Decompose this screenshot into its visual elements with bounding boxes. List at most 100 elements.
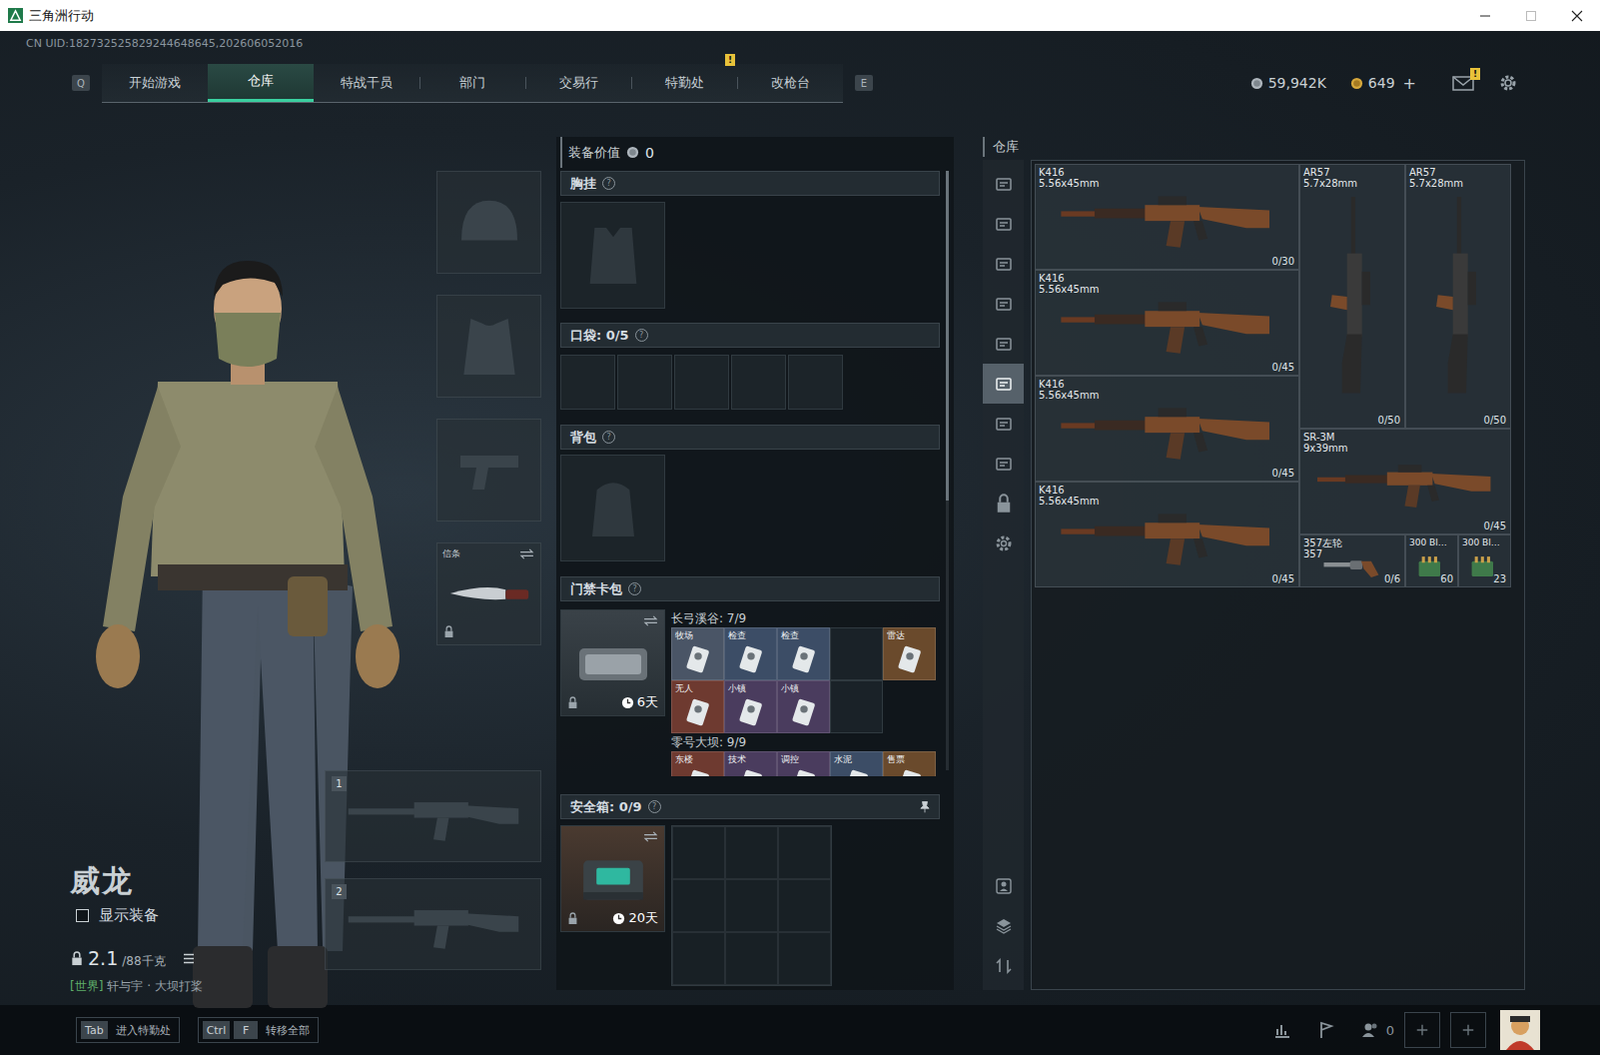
keycard[interactable]: 检查: [777, 627, 830, 681]
key-hint[interactable]: CtrlF转移全部: [197, 1016, 320, 1043]
safe-box-cell[interactable]: [778, 878, 831, 932]
pin-icon[interactable]: [919, 800, 930, 813]
squad-button[interactable]: 0: [1360, 1019, 1395, 1040]
keycard[interactable]: 调控: [777, 751, 830, 777]
pocket-slot[interactable]: [617, 354, 673, 410]
keycard[interactable]: 检查: [724, 627, 778, 681]
warehouse-category[interactable]: [982, 163, 1024, 204]
nav-tab[interactable]: 交易行: [525, 63, 632, 102]
keycard[interactable]: 小镇: [777, 680, 830, 734]
nav-tab[interactable]: 特战干员: [313, 63, 420, 102]
swap-icon[interactable]: [519, 548, 535, 560]
show-equipment-toggle[interactable]: 显示装备: [75, 905, 322, 925]
player-avatar-icon[interactable]: [1500, 1009, 1541, 1050]
safe-box-cell[interactable]: [672, 931, 726, 985]
warehouse-category[interactable]: [982, 403, 1024, 444]
weapon-slot[interactable]: 1: [324, 770, 542, 862]
empty-card-slot[interactable]: [829, 680, 883, 734]
weapon-slot[interactable]: 2: [324, 877, 542, 970]
help-badge[interactable]: ?: [602, 176, 616, 190]
keycard[interactable]: 售票: [882, 751, 936, 777]
warehouse-category[interactable]: [982, 363, 1024, 404]
safe-box-cell[interactable]: [725, 825, 779, 879]
add-coupon-button[interactable]: +: [1403, 73, 1417, 93]
safe-box-cell[interactable]: [672, 878, 726, 932]
next-tab-key[interactable]: E: [854, 74, 873, 91]
minimize-button[interactable]: [1462, 0, 1509, 31]
safe-box-cell[interactable]: [725, 931, 779, 985]
settings-gear-icon[interactable]: [1498, 72, 1519, 93]
keycard[interactable]: 牧场: [671, 627, 725, 681]
keycard[interactable]: 水泥: [829, 751, 883, 777]
invite-slot[interactable]: [1450, 1011, 1487, 1048]
help-badge[interactable]: ?: [648, 800, 662, 813]
empty-card-slot[interactable]: [829, 627, 883, 681]
armor-slot[interactable]: [436, 294, 542, 398]
warehouse-item[interactable]: SR-3M9x39mm0/45: [1299, 428, 1512, 535]
pocket-slot[interactable]: [674, 354, 730, 410]
swap-icon[interactable]: [643, 615, 659, 627]
warehouse-category[interactable]: [982, 323, 1024, 364]
help-badge[interactable]: ?: [628, 582, 642, 596]
warehouse-item[interactable]: K4165.56x45mm0/30: [1034, 163, 1300, 270]
warehouse-category[interactable]: [982, 443, 1024, 484]
helmet-slot[interactable]: [436, 170, 542, 274]
keycard[interactable]: 东楼: [671, 751, 725, 777]
swap-icon[interactable]: [643, 830, 659, 842]
mail-button[interactable]: !: [1452, 74, 1475, 91]
warehouse-item[interactable]: AR575.7x28mm0/50: [1299, 163, 1406, 429]
stack-button[interactable]: [982, 905, 1024, 946]
safe-box-cell[interactable]: [725, 878, 779, 932]
keycard[interactable]: 技术: [724, 751, 778, 777]
help-badge[interactable]: ?: [602, 430, 616, 444]
warehouse-item[interactable]: 357左轮3570/6: [1299, 534, 1406, 588]
invite-slot[interactable]: [1404, 1011, 1441, 1048]
nav-tab[interactable]: 仓库: [207, 63, 314, 102]
pocket-slot[interactable]: [731, 354, 787, 410]
keycard-icon: [682, 695, 715, 728]
maximize-button[interactable]: [1508, 0, 1555, 31]
warehouse-item[interactable]: 300 Bl…60: [1405, 534, 1459, 588]
pocket-slot[interactable]: [560, 354, 616, 410]
warehouse-lock[interactable]: [982, 483, 1024, 524]
melee-slot[interactable]: 信条: [436, 542, 542, 646]
loadout-scrollbar[interactable]: [945, 170, 949, 771]
pocket-slot[interactable]: [788, 354, 843, 410]
warehouse-item[interactable]: AR575.7x28mm0/50: [1405, 163, 1512, 429]
key-hint[interactable]: Tab进入特勤处: [75, 1016, 180, 1043]
nav-tab[interactable]: 部门: [419, 63, 526, 102]
pistol-slot[interactable]: [436, 418, 542, 522]
help-badge[interactable]: ?: [635, 328, 649, 342]
safe-box-cell[interactable]: [778, 931, 831, 985]
keycard[interactable]: 雷达: [882, 627, 936, 681]
keycard[interactable]: 无人: [671, 680, 725, 734]
safe-box-cell[interactable]: [672, 825, 726, 879]
keycard[interactable]: 小镇: [724, 680, 778, 734]
keycard-case-slot[interactable]: 6天: [560, 609, 666, 717]
sort-button[interactable]: [982, 945, 1024, 986]
show-equipment-checkbox[interactable]: [75, 908, 89, 922]
operator-stash-button[interactable]: [982, 865, 1024, 906]
chest-rig-slot[interactable]: [560, 201, 666, 309]
flag-icon[interactable]: [1316, 1019, 1337, 1040]
prev-tab-key[interactable]: Q: [71, 74, 90, 91]
warehouse-item[interactable]: K4165.56x45mm0/45: [1034, 481, 1300, 588]
warehouse-settings[interactable]: [982, 523, 1024, 564]
warehouse-item[interactable]: K4165.56x45mm0/45: [1034, 375, 1300, 482]
warehouse-category[interactable]: [982, 203, 1024, 244]
nav-tab[interactable]: 开始游戏: [101, 63, 208, 102]
close-button[interactable]: [1554, 0, 1600, 31]
warehouse-category[interactable]: [982, 243, 1024, 284]
scroll-thumb[interactable]: [945, 170, 949, 501]
backpack-slot[interactable]: [560, 454, 666, 562]
stats-chart-icon[interactable]: [1272, 1019, 1293, 1040]
warehouse-category[interactable]: [982, 283, 1024, 324]
warehouse-item[interactable]: 300 Bl…23: [1458, 534, 1512, 588]
warehouse-item[interactable]: K4165.56x45mm0/45: [1034, 269, 1300, 376]
safe-box-cell[interactable]: [778, 825, 831, 879]
list-icon[interactable]: [181, 950, 196, 966]
safe-box-slot[interactable]: 20天: [560, 824, 666, 932]
nav-tab[interactable]: !特勤处: [631, 63, 738, 102]
nav-tab[interactable]: 改枪台: [737, 63, 843, 102]
silver-value: 59,942K: [1268, 74, 1327, 91]
